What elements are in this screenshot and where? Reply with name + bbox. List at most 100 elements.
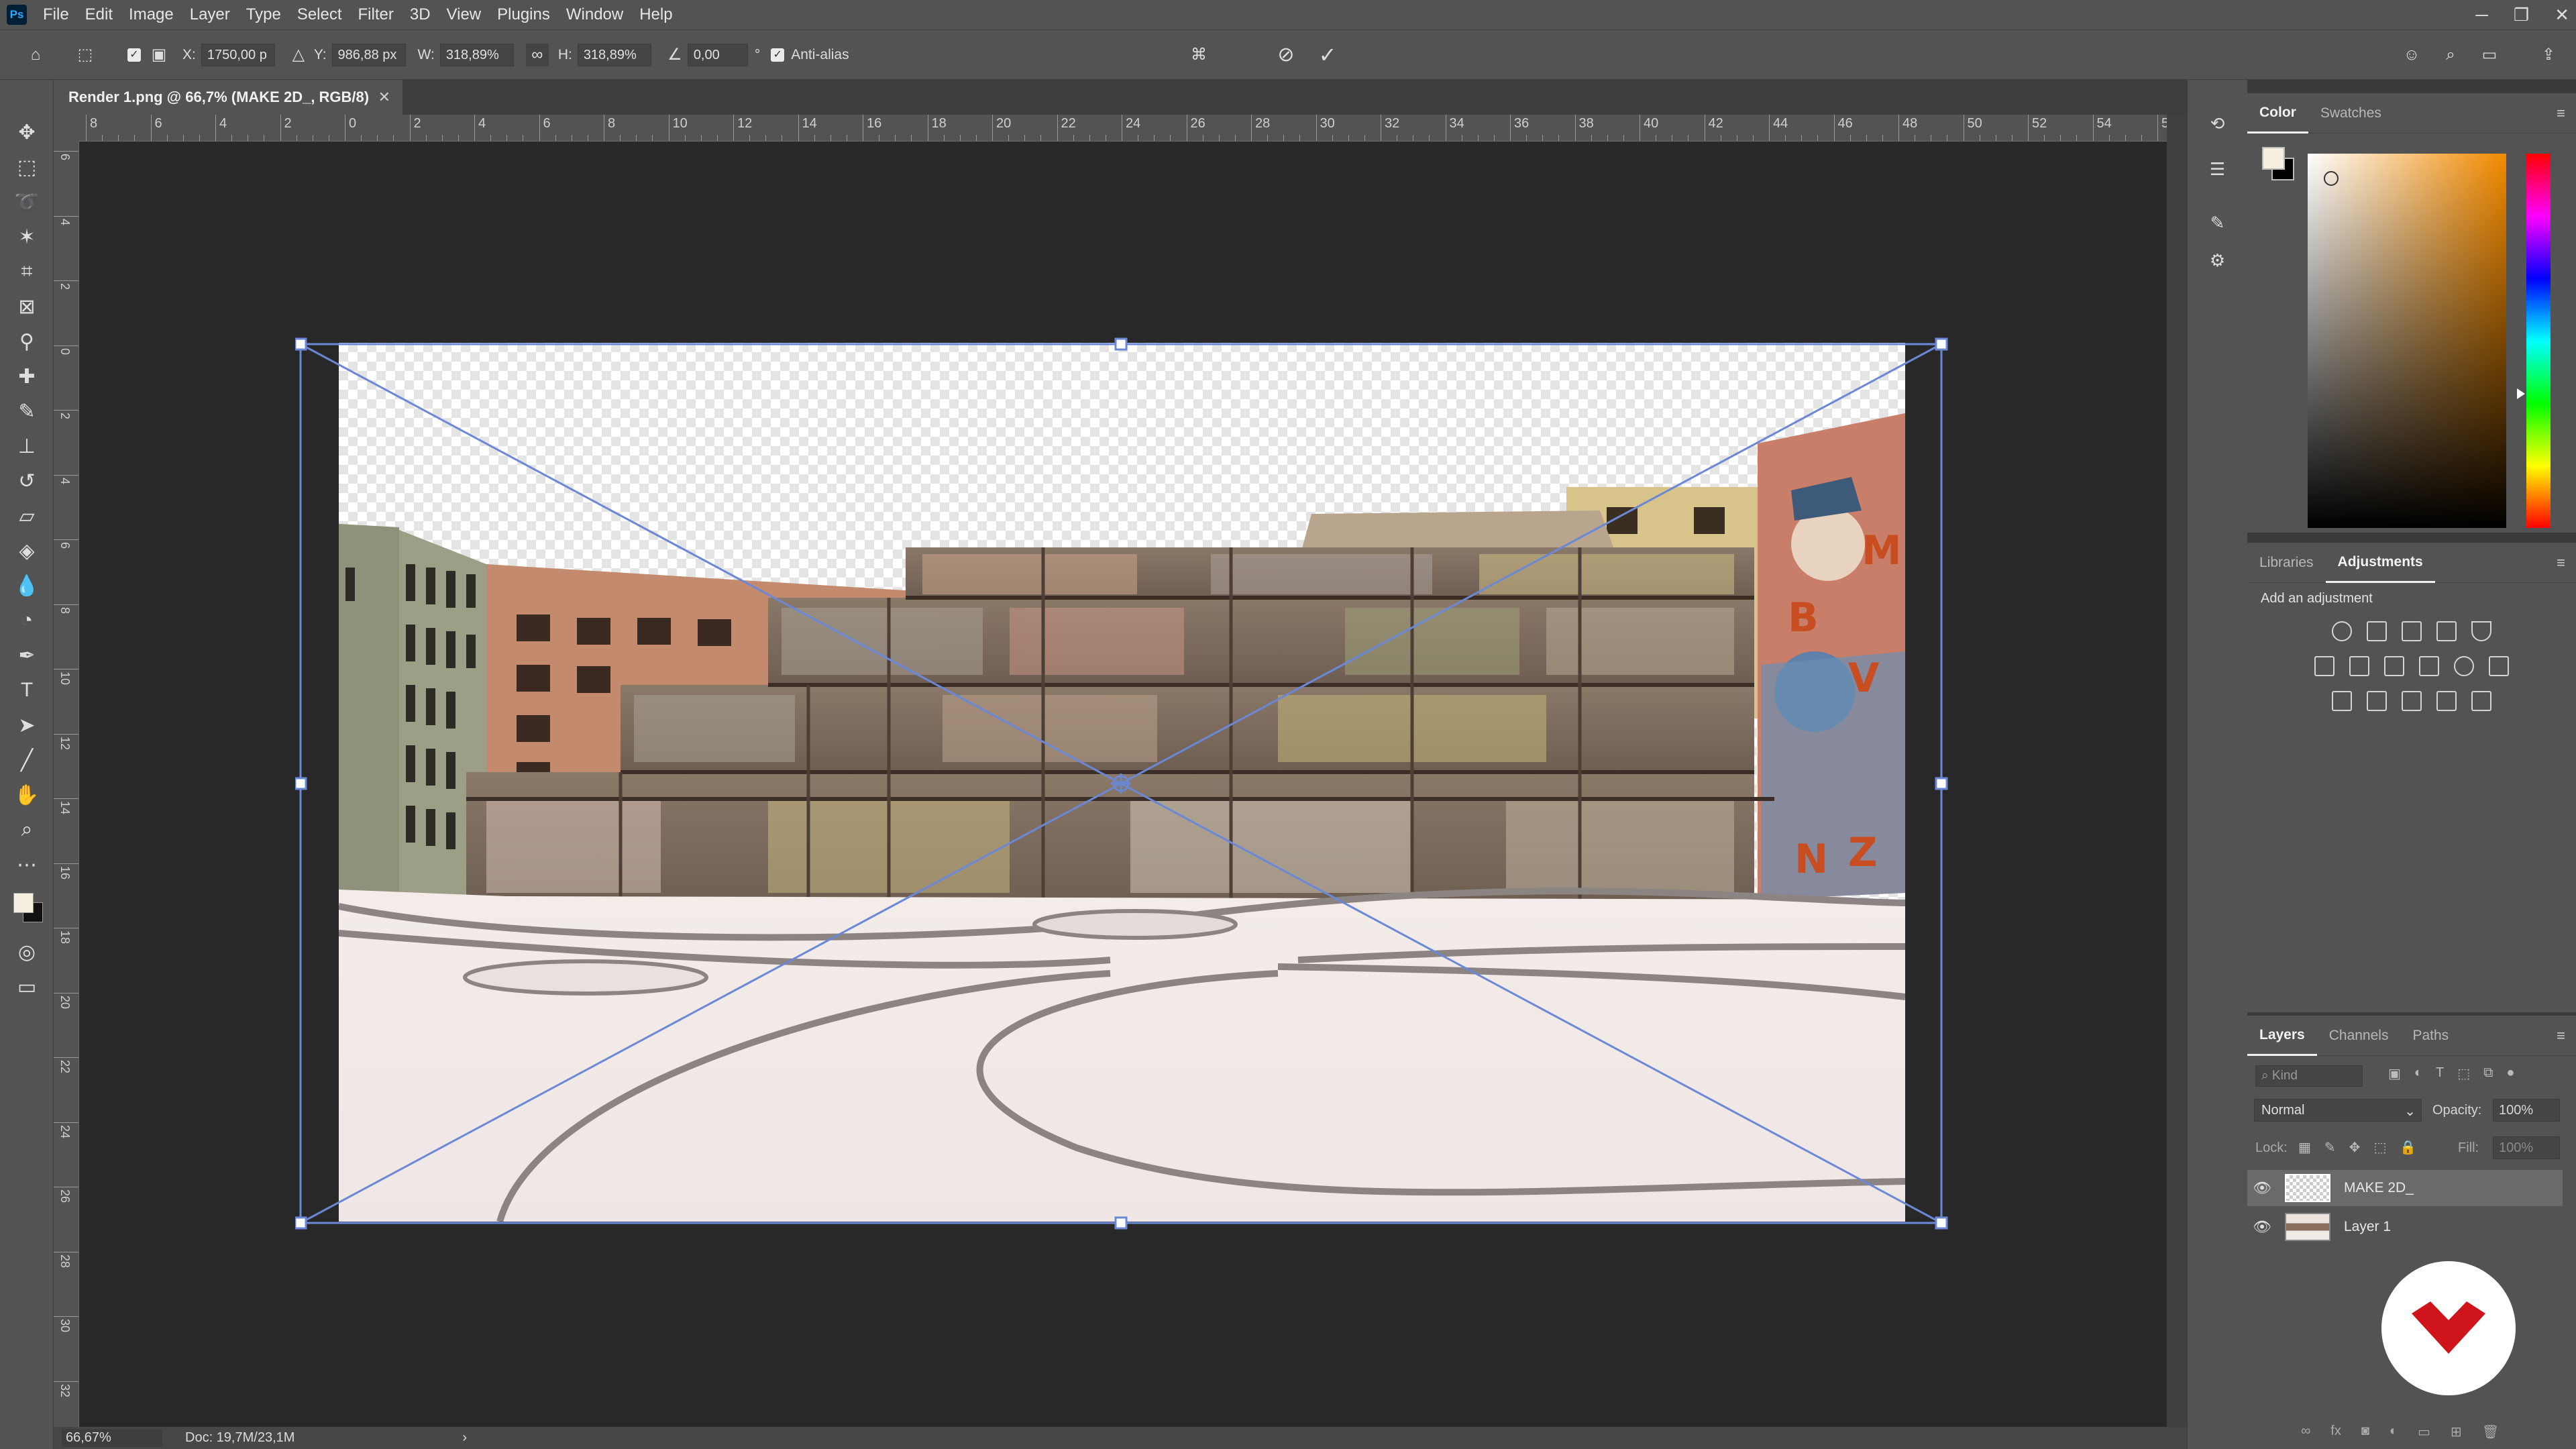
more-tools-icon[interactable]: ⋯ [8, 849, 46, 881]
menu-3d[interactable]: 3D [402, 0, 439, 30]
blend-mode-select[interactable]: Normal ⌄ [2254, 1099, 2422, 1122]
filter-type-icon[interactable]: T [2436, 1065, 2444, 1082]
menu-plugins[interactable]: Plugins [489, 0, 558, 30]
tab-libraries[interactable]: Libraries [2247, 543, 2326, 583]
channel-mixer-icon[interactable] [2454, 656, 2474, 676]
tab-adjustments[interactable]: Adjustments [2325, 543, 2435, 583]
x-input[interactable]: 1750,00 p [201, 43, 275, 66]
color-lookup-icon[interactable] [2489, 656, 2509, 676]
layer-row-layer1[interactable]: 👁 Layer 1 [2247, 1209, 2563, 1245]
paint-bucket-icon[interactable]: ◈ [8, 535, 46, 567]
status-menu-arrow-icon[interactable]: › [462, 1430, 467, 1446]
opacity-input[interactable]: 100% [2493, 1099, 2560, 1122]
layer-row-make2d[interactable]: 👁 MAKE 2D_ [2247, 1170, 2563, 1206]
color-picker-cursor[interactable] [2324, 171, 2339, 186]
menu-window[interactable]: Window [558, 0, 631, 30]
tab-swatches[interactable]: Swatches [2308, 93, 2394, 133]
invert-icon[interactable] [2332, 691, 2352, 711]
panel-menu-icon[interactable]: ≡ [2557, 105, 2565, 122]
visibility-eye-icon[interactable]: 👁 [2247, 1218, 2277, 1236]
close-tab-icon[interactable]: ✕ [378, 89, 390, 106]
blur-tool-icon[interactable]: 💧 [8, 570, 46, 602]
tab-channels[interactable]: Channels [2317, 1016, 2401, 1056]
hand-tool-icon[interactable]: ✋ [8, 779, 46, 811]
frame-tool-icon[interactable]: ⊠ [8, 290, 46, 323]
transform-handle-bottom-left[interactable] [295, 1216, 307, 1230]
transform-handle-top-right[interactable] [1935, 337, 1948, 351]
hue-saturation-icon[interactable] [2314, 656, 2334, 676]
lock-position-icon[interactable]: ✥ [2349, 1139, 2361, 1156]
menu-edit[interactable]: Edit [77, 0, 121, 30]
brush-settings-icon[interactable]: ✎ [2201, 206, 2235, 239]
tab-color[interactable]: Color [2247, 93, 2308, 133]
workspace-icon[interactable]: ▭ [2478, 44, 2501, 66]
menu-filter[interactable]: Filter [350, 0, 402, 30]
properties-panel-icon[interactable]: ☰ [2201, 152, 2235, 186]
layer-name[interactable]: Layer 1 [2344, 1219, 2391, 1235]
color-balance-icon[interactable] [2349, 656, 2369, 676]
zoom-level[interactable]: 66,67% [62, 1429, 162, 1447]
delete-layer-icon[interactable]: 🗑 [2482, 1424, 2499, 1440]
new-group-icon[interactable]: ▭ [2418, 1424, 2430, 1440]
filter-shape-icon[interactable]: ⬚ [2457, 1065, 2470, 1082]
transform-tool-preset-icon[interactable]: ⬚ [74, 44, 97, 66]
lock-pixels-icon[interactable]: ✎ [2324, 1139, 2336, 1156]
posterize-icon[interactable] [2367, 691, 2387, 711]
filter-toggle-icon[interactable]: ● [2506, 1065, 2514, 1082]
screen-mode-icon[interactable]: ▭ [8, 971, 46, 1003]
close-window-icon[interactable]: ✕ [2555, 5, 2569, 25]
transform-handle-top[interactable] [1114, 337, 1128, 351]
panel-menu-icon[interactable]: ≡ [2557, 554, 2565, 572]
cloud-account-icon[interactable]: ☺ [2400, 44, 2423, 66]
reference-point-checkbox[interactable]: ✓ [127, 48, 141, 62]
warp-mode-icon[interactable]: ⌘ [1187, 44, 1210, 66]
foreground-color-chip[interactable] [2262, 147, 2285, 170]
filter-adjustment-icon[interactable]: ◐ [2414, 1065, 2422, 1082]
history-panel-icon[interactable]: ⟲ [2201, 107, 2235, 140]
exposure-icon[interactable] [2436, 621, 2457, 641]
crop-tool-icon[interactable]: ⌗ [8, 256, 46, 288]
new-adjustment-layer-icon[interactable]: ◐ [2390, 1424, 2398, 1440]
photo-filter-icon[interactable] [2419, 656, 2439, 676]
dodge-tool-icon[interactable]: ◔ [8, 604, 46, 637]
add-mask-icon[interactable]: ◙ [2361, 1424, 2369, 1440]
transform-bounding-box[interactable] [295, 335, 1952, 1234]
pen-tool-icon[interactable]: ✒ [8, 639, 46, 672]
lasso-tool-icon[interactable]: ➰ [8, 186, 46, 218]
reference-point-icon[interactable] [1111, 773, 1131, 794]
move-tool-icon[interactable]: ✥ [8, 116, 46, 148]
menu-image[interactable]: Image [121, 0, 182, 30]
transform-handle-bottom[interactable] [1114, 1216, 1128, 1230]
tab-layers[interactable]: Layers [2247, 1016, 2317, 1056]
history-brush-icon[interactable]: ↺ [8, 465, 46, 497]
gradient-map-icon[interactable] [2471, 691, 2491, 711]
panel-menu-icon[interactable]: ≡ [2557, 1027, 2565, 1044]
color-field-picker[interactable] [2308, 154, 2506, 528]
black-white-icon[interactable] [2384, 656, 2404, 676]
type-tool-icon[interactable]: T [8, 674, 46, 706]
zoom-tool-icon[interactable]: ⌕ [8, 814, 46, 846]
levels-icon[interactable] [2367, 621, 2387, 641]
transform-handle-top-left[interactable] [295, 337, 307, 351]
eraser-tool-icon[interactable]: ▱ [8, 500, 46, 532]
hue-slider[interactable] [2526, 154, 2551, 528]
link-proportions-icon[interactable]: ∞ [525, 43, 549, 66]
clone-stamp-icon[interactable]: ⊥ [8, 430, 46, 462]
share-icon[interactable]: ⇪ [2537, 44, 2560, 66]
rectangular-marquee-icon[interactable]: ⬚ [8, 151, 46, 183]
fill-input[interactable]: 100% [2493, 1136, 2560, 1159]
document-tab[interactable]: Render 1.png @ 66,7% (MAKE 2D_, RGB/8) ✕ [54, 80, 402, 115]
cancel-transform-icon[interactable]: ⊘ [1275, 44, 1297, 66]
angle-input[interactable]: 0,00 [687, 43, 748, 66]
relative-position-icon[interactable]: △ [287, 44, 310, 66]
menu-select[interactable]: Select [289, 0, 350, 30]
vibrance-icon[interactable] [2471, 621, 2491, 641]
transform-handle-left[interactable] [295, 777, 307, 790]
brush-tool-icon[interactable]: ✎ [8, 395, 46, 427]
threshold-icon[interactable] [2402, 691, 2422, 711]
reference-point-grid-icon[interactable]: ▣ [148, 44, 170, 66]
brightness-contrast-icon[interactable] [2332, 621, 2352, 641]
layer-style-icon[interactable]: fx [2330, 1424, 2341, 1440]
menu-help[interactable]: Help [631, 0, 680, 30]
visibility-eye-icon[interactable]: 👁 [2247, 1179, 2277, 1197]
